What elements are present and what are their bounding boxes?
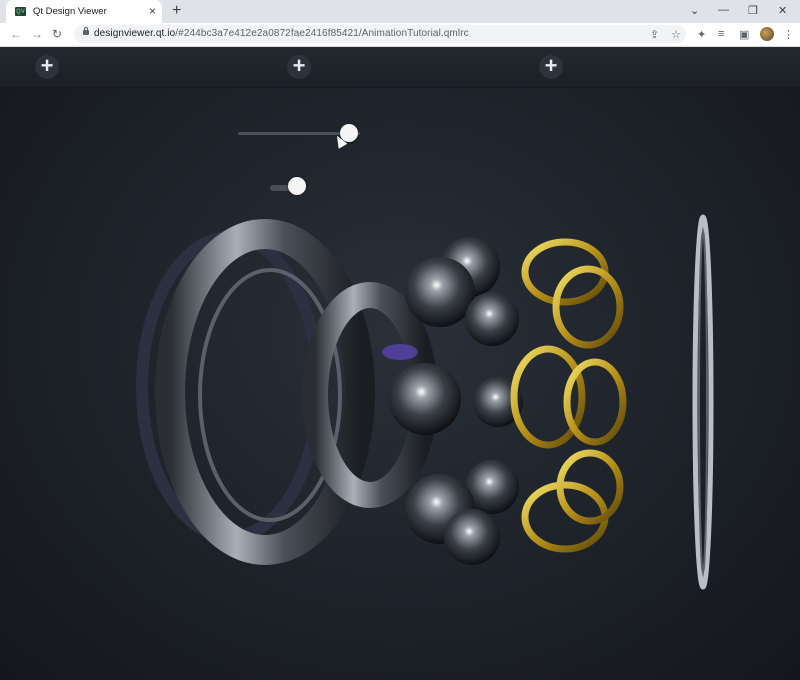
minimize-icon[interactable]: — bbox=[718, 4, 729, 16]
reload-icon[interactable]: ↻ bbox=[52, 27, 62, 41]
ball bbox=[465, 292, 519, 346]
url-field[interactable]: designviewer.qt.io/#244bc3a7e412e2a0872f… bbox=[74, 25, 686, 43]
ball bbox=[405, 257, 475, 327]
ball bbox=[389, 363, 461, 435]
lock-icon[interactable] bbox=[83, 27, 89, 35]
seal-disc-inner bbox=[698, 231, 708, 573]
browser-tab[interactable]: QV Qt Design Viewer × bbox=[6, 0, 162, 23]
avatar[interactable] bbox=[760, 27, 774, 41]
share-icon[interactable]: ⇪ bbox=[650, 28, 659, 41]
close-window-icon[interactable]: ✕ bbox=[778, 4, 787, 17]
qt-favicon-icon: QV bbox=[15, 7, 26, 16]
ball bbox=[444, 509, 500, 565]
bearing-3d-model bbox=[136, 214, 714, 590]
extensions-icon[interactable]: ✦ bbox=[697, 28, 706, 41]
url-path: /#244bc3a7e412e2a0872fae2416f85421/Anima… bbox=[175, 28, 469, 39]
tab-bar: QV Qt Design Viewer × + ⌄ — ❐ ✕ bbox=[0, 0, 800, 23]
forward-icon[interactable]: → bbox=[31, 27, 43, 41]
close-tab-icon[interactable]: × bbox=[149, 5, 156, 17]
url-host: designviewer.qt.io bbox=[94, 28, 176, 39]
seal-disc bbox=[692, 214, 714, 590]
address-bar: ← → ↻ designviewer.qt.io/#244bc3a7e412e2… bbox=[0, 23, 800, 47]
back-icon[interactable]: ← bbox=[10, 27, 22, 41]
chevron-down-icon[interactable]: ⌄ bbox=[690, 4, 699, 17]
tab-title: Qt Design Viewer bbox=[33, 6, 107, 17]
new-tab-button[interactable]: + bbox=[172, 3, 181, 19]
restore-icon[interactable]: ❐ bbox=[748, 4, 758, 17]
media-icon[interactable]: ≡ bbox=[718, 28, 724, 40]
qt-3d-viewport[interactable]: + + + bbox=[0, 47, 800, 680]
menu-icon[interactable]: ⋮ bbox=[783, 28, 794, 41]
side-panel-icon[interactable]: ▣ bbox=[739, 28, 749, 41]
inner-ring-glow bbox=[382, 344, 418, 360]
url-text: designviewer.qt.io/#244bc3a7e412e2a0872f… bbox=[94, 28, 469, 39]
star-icon[interactable]: ☆ bbox=[671, 28, 681, 41]
cage bbox=[510, 238, 627, 553]
